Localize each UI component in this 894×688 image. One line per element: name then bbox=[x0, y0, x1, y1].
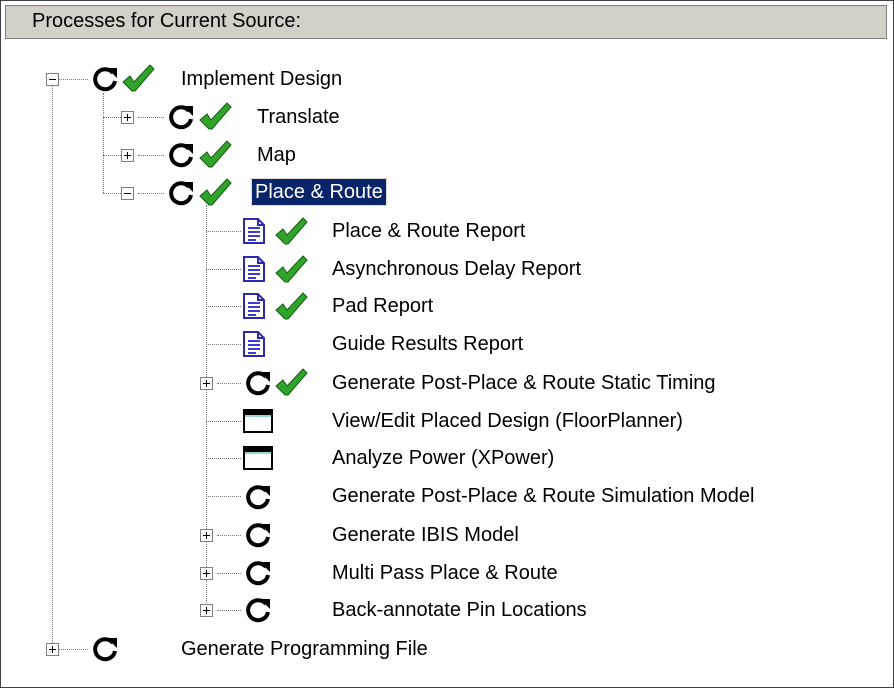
window-icon bbox=[243, 446, 273, 470]
tree-item-pad-report[interactable]: Pad Report bbox=[329, 293, 436, 319]
report-icon bbox=[243, 293, 265, 319]
report-icon bbox=[243, 218, 265, 244]
tree-line bbox=[217, 573, 241, 574]
panel-header: Processes for Current Source: bbox=[5, 5, 887, 39]
tree-line bbox=[217, 535, 241, 536]
refresh-icon bbox=[93, 67, 117, 92]
refresh-icon bbox=[246, 523, 270, 548]
tree-item-static-timing[interactable]: Generate Post-Place & Route Static Timin… bbox=[329, 370, 719, 396]
tree-item-async-delay-report[interactable]: Asynchronous Delay Report bbox=[329, 256, 584, 282]
tree-item-ibis-model[interactable]: Generate IBIS Model bbox=[329, 522, 522, 548]
tree-line bbox=[58, 649, 88, 650]
tree-item-map[interactable]: Map bbox=[254, 142, 299, 168]
tree-line bbox=[206, 344, 241, 345]
tree-item-analyze-power[interactable]: Analyze Power (XPower) bbox=[329, 445, 557, 471]
tree-line bbox=[206, 421, 241, 422]
panel-title: Processes for Current Source: bbox=[32, 10, 301, 32]
expand-toggle[interactable] bbox=[121, 111, 134, 124]
refresh-icon bbox=[169, 181, 193, 206]
tree-line bbox=[138, 193, 164, 194]
tree-item-back-annotate[interactable]: Back-annotate Pin Locations bbox=[329, 597, 590, 623]
expand-toggle[interactable] bbox=[121, 149, 134, 162]
check-icon bbox=[199, 178, 232, 206]
expand-toggle[interactable] bbox=[200, 604, 213, 617]
tree-item-floorplanner[interactable]: View/Edit Placed Design (FloorPlanner) bbox=[329, 408, 686, 434]
tree-line bbox=[58, 79, 88, 80]
refresh-icon bbox=[169, 143, 193, 168]
tree-line bbox=[138, 155, 164, 156]
tree-line bbox=[206, 458, 241, 459]
tree-item-translate[interactable]: Translate bbox=[254, 104, 343, 130]
tree-item-implement-design[interactable]: Implement Design bbox=[178, 66, 345, 92]
tree-line bbox=[138, 117, 164, 118]
expand-toggle[interactable] bbox=[200, 529, 213, 542]
check-icon bbox=[199, 102, 232, 130]
check-icon bbox=[275, 255, 308, 283]
tree-line bbox=[103, 117, 121, 118]
refresh-icon bbox=[246, 371, 270, 396]
tree-line bbox=[217, 383, 241, 384]
tree-item-guide-results-report[interactable]: Guide Results Report bbox=[329, 331, 526, 357]
check-icon bbox=[275, 217, 308, 245]
tree-line bbox=[52, 79, 53, 649]
refresh-icon bbox=[93, 637, 117, 662]
tree-item-place-route-report[interactable]: Place & Route Report bbox=[329, 218, 528, 244]
tree-item-programming-file[interactable]: Generate Programming File bbox=[178, 636, 431, 662]
tree-item-simulation-model[interactable]: Generate Post-Place & Route Simulation M… bbox=[329, 483, 757, 509]
report-icon bbox=[243, 331, 265, 357]
collapse-toggle[interactable] bbox=[121, 187, 134, 200]
check-icon bbox=[122, 64, 155, 92]
tree-line bbox=[103, 93, 104, 193]
refresh-icon bbox=[246, 485, 270, 510]
window-icon bbox=[243, 409, 273, 433]
refresh-icon bbox=[169, 105, 193, 130]
tree-line bbox=[206, 306, 241, 307]
tree-line bbox=[206, 205, 207, 611]
expand-toggle[interactable] bbox=[200, 377, 213, 390]
check-icon bbox=[275, 368, 308, 396]
tree-line bbox=[206, 269, 241, 270]
tree-item-multi-pass[interactable]: Multi Pass Place & Route bbox=[329, 560, 561, 586]
expand-toggle[interactable] bbox=[46, 643, 59, 656]
tree-line bbox=[103, 193, 121, 194]
processes-panel: Processes for Current Source: Implement … bbox=[0, 0, 894, 688]
tree-line bbox=[103, 155, 121, 156]
expand-toggle[interactable] bbox=[200, 567, 213, 580]
tree-line bbox=[217, 610, 241, 611]
collapse-toggle[interactable] bbox=[46, 73, 59, 86]
tree-line bbox=[206, 231, 241, 232]
report-icon bbox=[243, 256, 265, 282]
refresh-icon bbox=[246, 561, 270, 586]
refresh-icon bbox=[246, 598, 270, 623]
tree-item-place-and-route[interactable]: Place & Route bbox=[251, 178, 387, 206]
check-icon bbox=[199, 140, 232, 168]
check-icon bbox=[275, 292, 308, 320]
tree-line bbox=[206, 496, 241, 497]
